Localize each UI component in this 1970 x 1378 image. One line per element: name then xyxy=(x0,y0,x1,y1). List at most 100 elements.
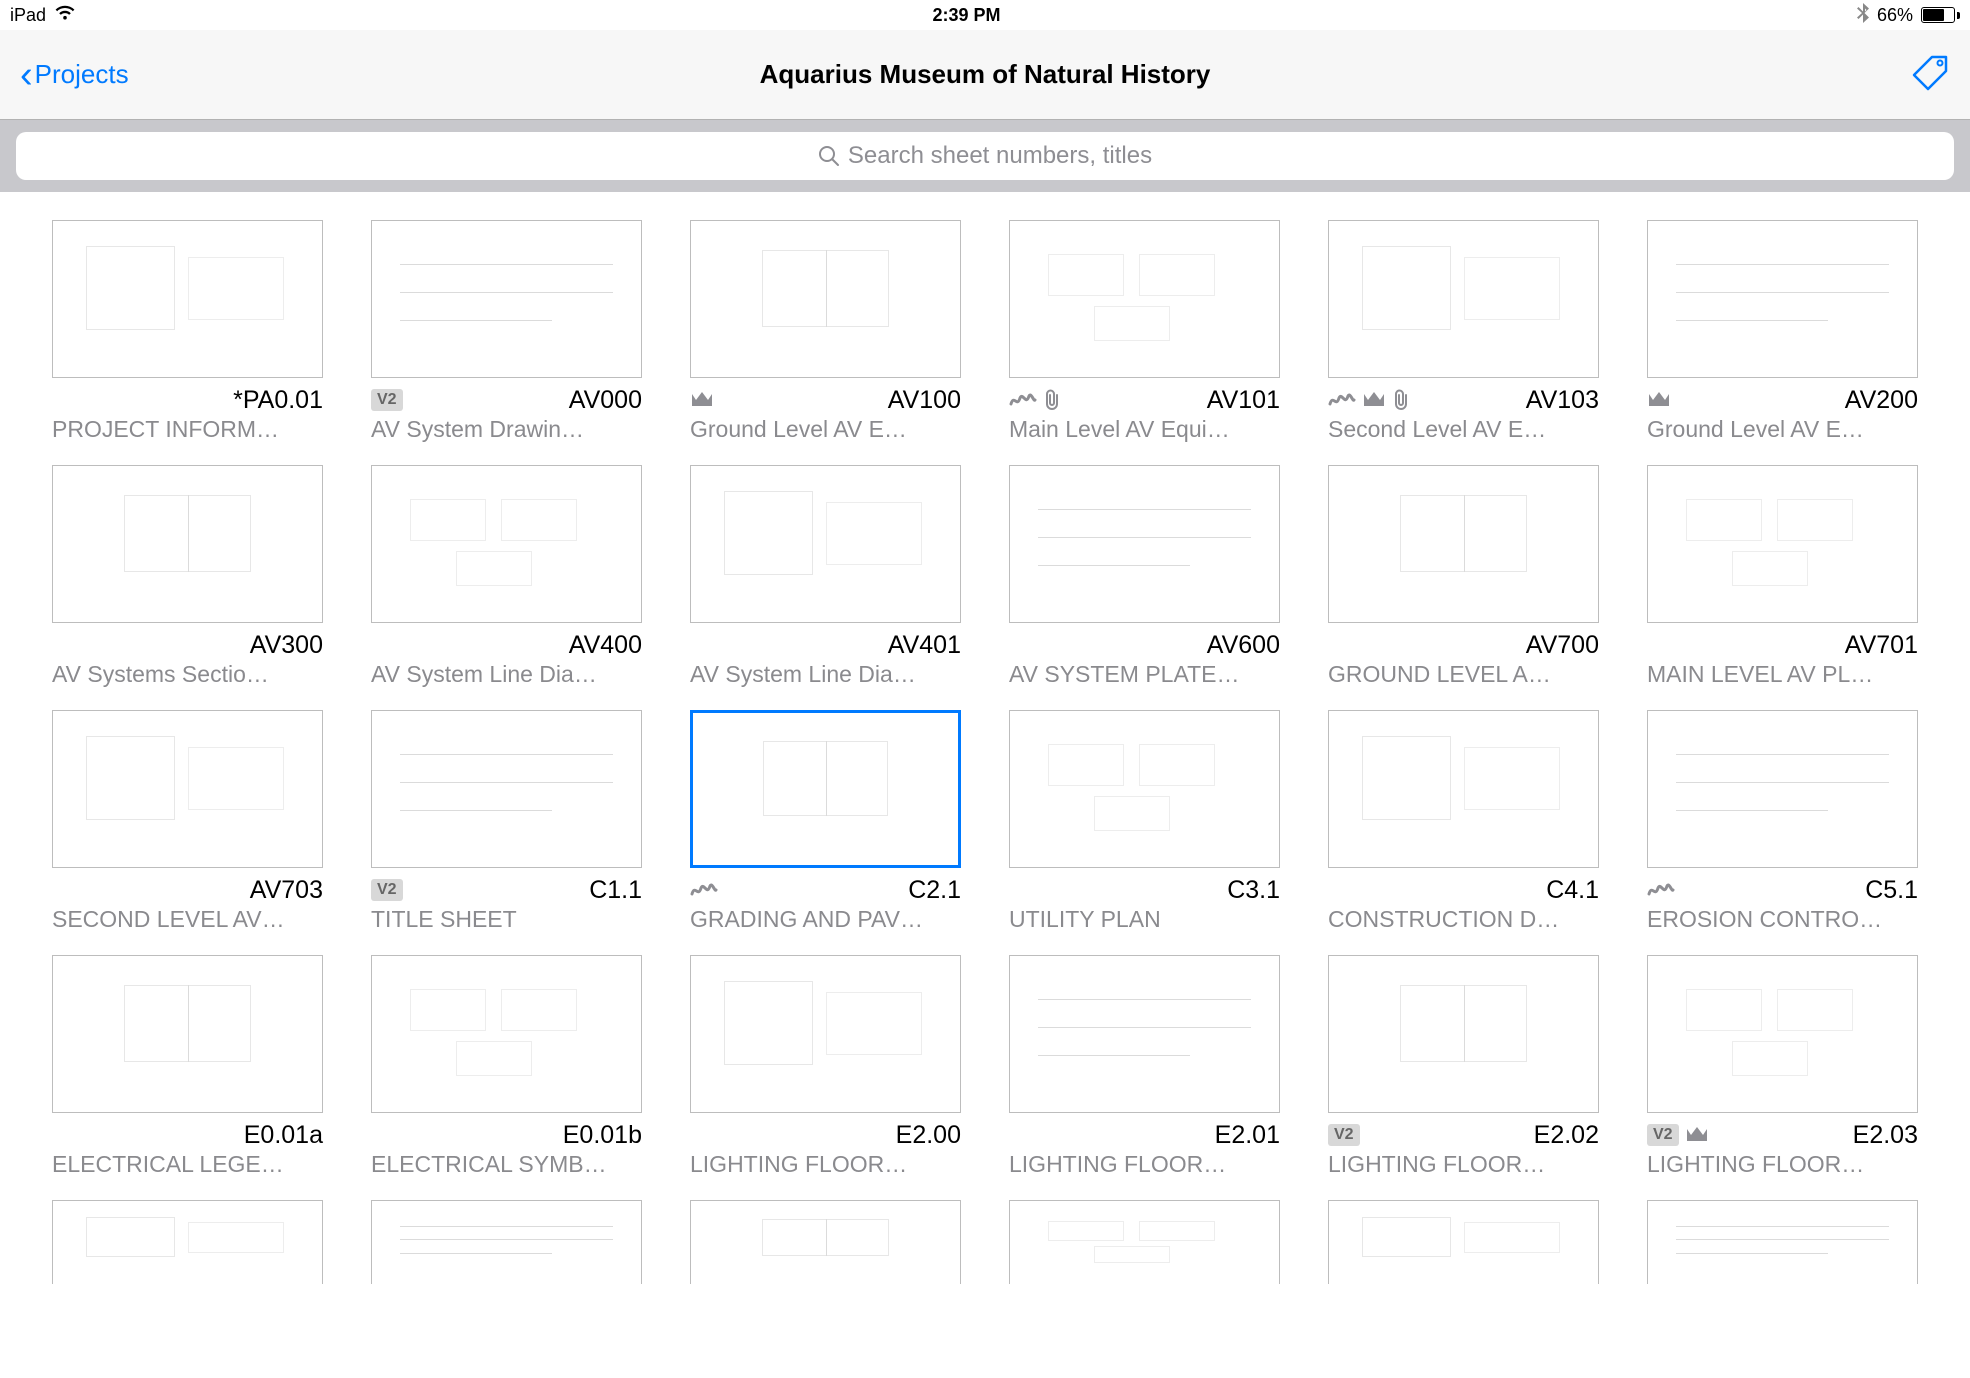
sheet-card[interactable]: AV100Ground Level AV E… xyxy=(690,220,961,443)
sheet-card[interactable] xyxy=(1328,1200,1599,1284)
sheet-thumbnail[interactable] xyxy=(1328,220,1599,378)
sheet-card[interactable]: V2AV000AV System Drawin… xyxy=(371,220,642,443)
sheet-card[interactable]: E2.01LIGHTING FLOOR… xyxy=(1009,955,1280,1178)
search-input[interactable]: Search sheet numbers, titles xyxy=(16,132,1954,180)
sheet-number: C1.1 xyxy=(589,876,642,905)
sheet-number: AV000 xyxy=(569,386,642,415)
sheet-title: LIGHTING FLOOR… xyxy=(1009,1151,1280,1178)
sheet-thumbnail[interactable] xyxy=(1009,220,1280,378)
sheet-card[interactable]: E0.01aELECTRICAL LEGE… xyxy=(52,955,323,1178)
sheet-thumbnail[interactable] xyxy=(52,1200,323,1284)
sheet-meta: AV101 xyxy=(1009,386,1280,414)
sheet-number: E2.03 xyxy=(1853,1121,1918,1150)
crown-icon xyxy=(1685,1125,1709,1145)
sheet-thumbnail[interactable] xyxy=(1009,465,1280,623)
sheet-title: EROSION CONTRO… xyxy=(1647,906,1918,933)
sheet-thumbnail[interactable] xyxy=(690,1200,961,1284)
status-bar: iPad 2:39 PM 66% xyxy=(0,0,1970,30)
sheet-card[interactable]: E0.01bELECTRICAL SYMB… xyxy=(371,955,642,1178)
sheet-thumbnail[interactable] xyxy=(1328,465,1599,623)
sheet-thumbnail[interactable] xyxy=(1009,955,1280,1113)
sheet-thumbnail[interactable] xyxy=(1328,1200,1599,1284)
sheet-card[interactable]: AV103Second Level AV E… xyxy=(1328,220,1599,443)
sheet-thumbnail[interactable] xyxy=(371,220,642,378)
sheet-card[interactable]: V2E2.02LIGHTING FLOOR… xyxy=(1328,955,1599,1178)
sheet-card[interactable]: AV101Main Level AV Equi… xyxy=(1009,220,1280,443)
squiggle-icon xyxy=(1647,880,1675,900)
sheet-thumbnail[interactable] xyxy=(52,220,323,378)
sheet-meta: AV700 xyxy=(1328,631,1599,659)
sheet-card[interactable]: AV600AV SYSTEM PLATE… xyxy=(1009,465,1280,688)
sheet-title: ELECTRICAL LEGE… xyxy=(52,1151,323,1178)
crown-icon xyxy=(1647,390,1671,410)
sheet-meta: C3.1 xyxy=(1009,876,1280,904)
sheet-thumbnail[interactable] xyxy=(1647,1200,1918,1284)
sheet-thumbnail[interactable] xyxy=(52,955,323,1113)
sheet-thumbnail[interactable] xyxy=(1647,955,1918,1113)
squiggle-icon xyxy=(1009,390,1037,410)
sheet-meta: AV401 xyxy=(690,631,961,659)
sheet-thumbnail[interactable] xyxy=(1328,955,1599,1113)
tag-button[interactable] xyxy=(1908,51,1950,98)
sheet-thumbnail[interactable] xyxy=(52,710,323,868)
battery-icon xyxy=(1921,7,1960,23)
sheet-title: Ground Level AV E… xyxy=(1647,416,1918,443)
sheet-thumbnail[interactable] xyxy=(690,710,961,868)
sheet-card[interactable]: C5.1EROSION CONTRO… xyxy=(1647,710,1918,933)
sheet-thumbnail[interactable] xyxy=(371,1200,642,1284)
sheet-card[interactable] xyxy=(1009,1200,1280,1284)
squiggle-icon xyxy=(1328,390,1356,410)
sheet-number: AV600 xyxy=(1207,631,1280,660)
sheet-meta: AV300 xyxy=(52,631,323,659)
sheet-number: AV200 xyxy=(1845,386,1918,415)
back-button[interactable]: ‹ Projects xyxy=(20,56,129,94)
sheet-meta: E0.01b xyxy=(371,1121,642,1149)
sheet-thumbnail[interactable] xyxy=(1009,1200,1280,1284)
sheet-card[interactable] xyxy=(690,1200,961,1284)
sheet-thumbnail[interactable] xyxy=(1009,710,1280,868)
sheet-thumbnail[interactable] xyxy=(1647,465,1918,623)
sheet-number: AV401 xyxy=(888,631,961,660)
sheet-thumbnail[interactable] xyxy=(1647,220,1918,378)
sheet-title: LIGHTING FLOOR… xyxy=(1328,1151,1599,1178)
sheet-card[interactable]: AV701MAIN LEVEL AV PL… xyxy=(1647,465,1918,688)
sheet-title: AV System Drawin… xyxy=(371,416,642,443)
sheet-meta: AV703 xyxy=(52,876,323,904)
sheet-meta: V2E2.03 xyxy=(1647,1121,1918,1149)
sheet-number: AV103 xyxy=(1526,386,1599,415)
sheet-thumbnail[interactable] xyxy=(690,465,961,623)
sheet-thumbnail[interactable] xyxy=(52,465,323,623)
sheet-thumbnail[interactable] xyxy=(371,955,642,1113)
sheet-card[interactable]: V2C1.1TITLE SHEET xyxy=(371,710,642,933)
sheet-card[interactable] xyxy=(1647,1200,1918,1284)
sheet-card[interactable]: E2.00LIGHTING FLOOR… xyxy=(690,955,961,1178)
sheet-number: C5.1 xyxy=(1865,876,1918,905)
sheet-meta: AV103 xyxy=(1328,386,1599,414)
sheet-card[interactable]: AV401AV System Line Dia… xyxy=(690,465,961,688)
sheet-card[interactable]: C3.1UTILITY PLAN xyxy=(1009,710,1280,933)
sheet-meta: V2E2.02 xyxy=(1328,1121,1599,1149)
sheet-thumbnail[interactable] xyxy=(1647,710,1918,868)
tag-icon xyxy=(1908,51,1950,93)
sheet-meta: V2C1.1 xyxy=(371,876,642,904)
sheet-thumbnail[interactable] xyxy=(371,710,642,868)
sheet-card[interactable] xyxy=(371,1200,642,1284)
sheet-number: AV700 xyxy=(1526,631,1599,660)
sheet-card[interactable]: AV300AV Systems Sectio… xyxy=(52,465,323,688)
sheet-card[interactable]: V2E2.03LIGHTING FLOOR… xyxy=(1647,955,1918,1178)
sheet-card[interactable]: C2.1GRADING AND PAV… xyxy=(690,710,961,933)
battery-pct: 66% xyxy=(1877,5,1913,26)
sheet-card[interactable] xyxy=(52,1200,323,1284)
sheet-thumbnail[interactable] xyxy=(690,955,961,1113)
sheet-card[interactable]: AV700GROUND LEVEL A… xyxy=(1328,465,1599,688)
sheet-card[interactable]: C4.1CONSTRUCTION D… xyxy=(1328,710,1599,933)
sheet-card[interactable]: AV703SECOND LEVEL AV… xyxy=(52,710,323,933)
sheet-card[interactable]: *PA0.01PROJECT INFORM… xyxy=(52,220,323,443)
sheet-card[interactable]: AV400AV System Line Dia… xyxy=(371,465,642,688)
sheet-thumbnail[interactable] xyxy=(371,465,642,623)
sheet-thumbnail[interactable] xyxy=(690,220,961,378)
sheet-number: AV703 xyxy=(250,876,323,905)
sheet-thumbnail[interactable] xyxy=(1328,710,1599,868)
sheet-card[interactable]: AV200Ground Level AV E… xyxy=(1647,220,1918,443)
sheet-number: E2.02 xyxy=(1534,1121,1599,1150)
